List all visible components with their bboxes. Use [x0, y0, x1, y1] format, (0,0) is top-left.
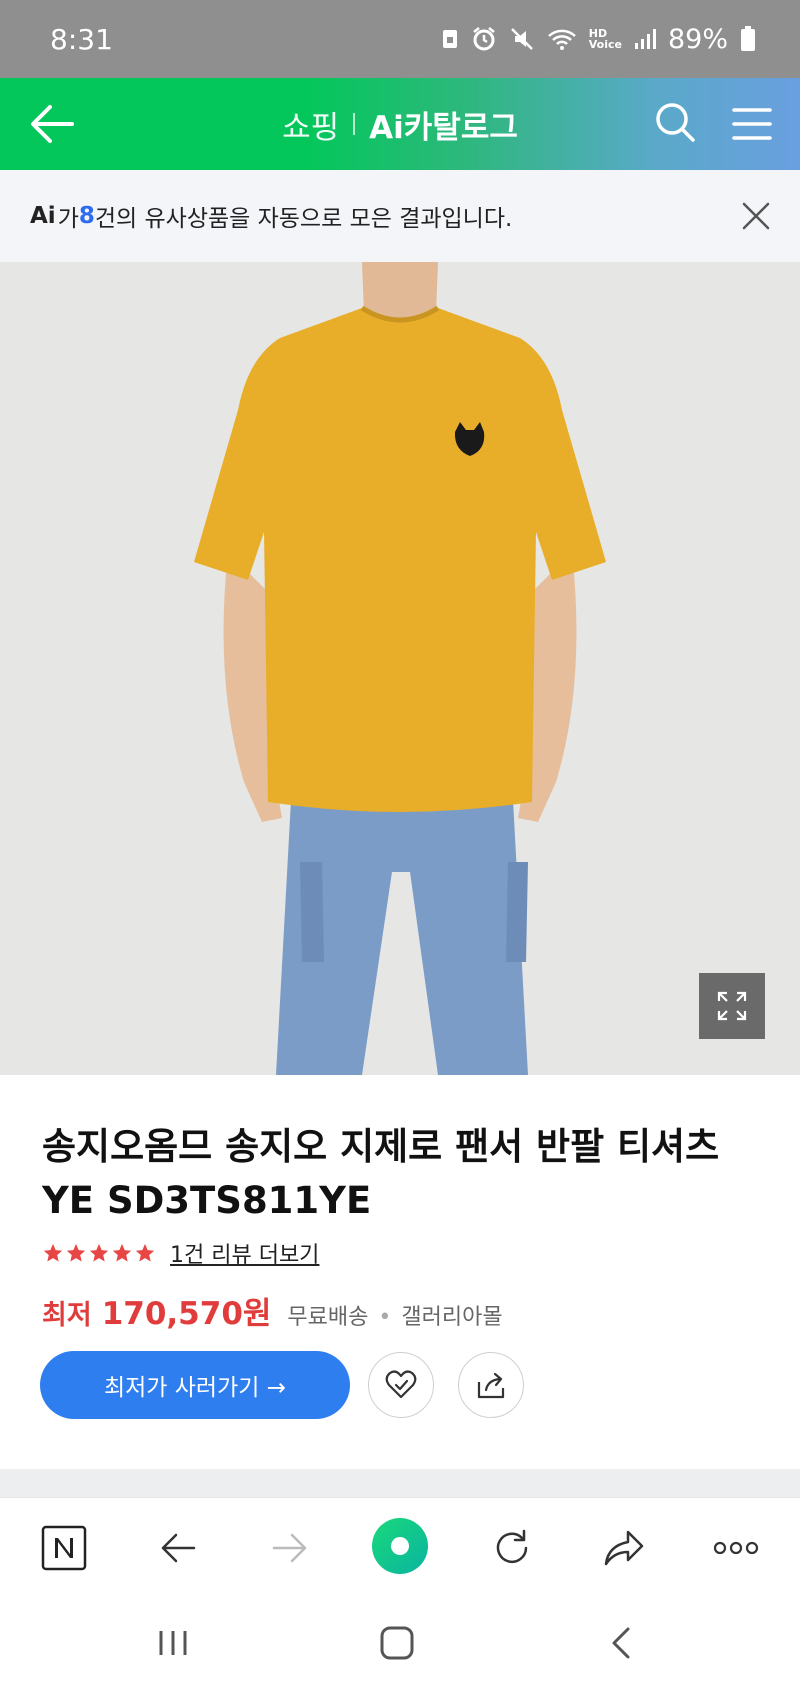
- product-title: 송지오옴므 송지오 지제로 팬서 반팔 티셔츠 YE SD3TS811YE: [42, 1125, 720, 1222]
- status-icons: HD Voice 89%: [441, 24, 756, 55]
- system-navigation-bar: [0, 1597, 800, 1689]
- wifi-icon: [547, 29, 576, 50]
- recent-apps-icon[interactable]: [148, 1621, 198, 1665]
- expand-image-button[interactable]: [699, 973, 765, 1039]
- star-icon: [112, 1243, 132, 1262]
- ai-catalog-title: Ai카탈로그: [369, 109, 518, 146]
- share-page-icon[interactable]: [598, 1522, 650, 1574]
- shipping-info: 무료배송: [287, 1305, 369, 1330]
- star-icon: [43, 1243, 63, 1262]
- product-image[interactable]: [0, 262, 800, 1075]
- price-value: 170,570원: [101, 1296, 272, 1332]
- green-dot-icon: [372, 1518, 428, 1574]
- shopping-link[interactable]: 쇼핑: [282, 102, 339, 147]
- star-icon: [89, 1243, 109, 1262]
- more-options-icon[interactable]: [710, 1522, 762, 1574]
- signal-icon: [634, 29, 656, 49]
- separator-dot: •: [378, 1305, 392, 1330]
- hamburger-menu-icon[interactable]: [730, 102, 774, 146]
- battery-percent: 89%: [667, 23, 728, 55]
- hd-voice-label: HD Voice: [588, 27, 622, 51]
- refresh-icon[interactable]: [486, 1522, 538, 1574]
- lowest-price-label: 최저: [42, 1300, 92, 1331]
- mute-icon: [510, 28, 533, 50]
- rating-row: 1건 리뷰 더보기: [42, 1236, 319, 1270]
- wishlist-button[interactable]: [368, 1352, 434, 1418]
- price-row: 최저 170,570원 무료배송 • 갤러리아몰: [42, 1288, 503, 1332]
- star-icon: [66, 1243, 86, 1262]
- banner-text-post: 건의 유사상품을 자동으로 모은 결과입니다.: [94, 206, 513, 232]
- back-nav-icon[interactable]: [596, 1621, 646, 1665]
- mall-name[interactable]: 갤러리아몰: [401, 1299, 502, 1331]
- star-icon: [135, 1243, 155, 1262]
- review-link[interactable]: 1건 리뷰 더보기: [170, 1237, 319, 1269]
- banner-text-pre: 가: [57, 206, 79, 232]
- status-bar: 8:31 HD Voice 89%: [0, 0, 800, 78]
- title-divider: [353, 113, 356, 135]
- naver-n-icon: [41, 1525, 87, 1571]
- expand-icon: [717, 991, 747, 1021]
- share-icon: [477, 1372, 505, 1399]
- app-header: 쇼핑 Ai카탈로그: [0, 78, 800, 170]
- browser-toolbar: [0, 1497, 800, 1598]
- ai-result-banner: Ai 가 8 건의 유사상품을 자동으로 모은 결과입니다.: [0, 170, 800, 262]
- model-wearing-tshirt-illustration: [0, 262, 800, 1075]
- search-icon[interactable]: [653, 100, 697, 144]
- share-button[interactable]: [458, 1352, 524, 1418]
- green-dot-button[interactable]: [370, 1516, 430, 1576]
- status-time: 8:31: [50, 22, 113, 56]
- alarm-icon: [472, 27, 495, 51]
- home-icon[interactable]: [372, 1621, 422, 1665]
- star-rating: [42, 1242, 156, 1264]
- browser-back-icon[interactable]: [152, 1522, 204, 1574]
- naver-home-icon[interactable]: [38, 1522, 90, 1574]
- heart-icon: [385, 1370, 417, 1399]
- ai-label: Ai: [30, 203, 56, 229]
- close-icon[interactable]: [740, 200, 772, 232]
- result-count: 8: [78, 203, 95, 229]
- battery-icon: [741, 26, 755, 51]
- buy-lowest-price-button[interactable]: 최저가 사러가기 →: [40, 1351, 350, 1419]
- section-divider: [0, 1469, 800, 1497]
- browser-forward-icon[interactable]: [264, 1522, 316, 1574]
- sim-icon: [442, 30, 457, 48]
